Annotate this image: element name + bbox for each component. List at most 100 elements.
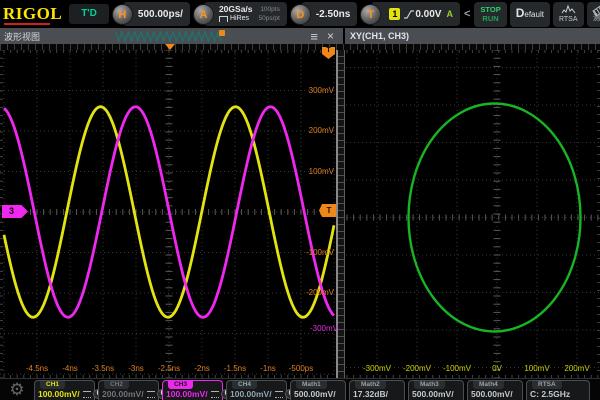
math-box-math3[interactable]: Math3500.00mV/ [408,380,464,400]
window-close-icon[interactable]: × [325,30,339,42]
top-toolbar: RIGOL T'D H 500.00ps/ A 20GSa/s HiRes 10… [0,0,600,28]
run-label: RUN [482,14,498,23]
waveform-window-title: 波形视图 [4,30,40,43]
sample-interval: 50ps/pt [259,14,280,23]
math-box-math3-tab: Math3 [414,381,445,389]
time-axis-label: -3.5ns [87,364,119,373]
spectrum-icon [561,4,576,14]
time-axis-label: -500ps [285,364,317,373]
delay-knob-button[interactable]: D [290,4,311,25]
math-box-math2-scale: 17.32dB/ [353,389,402,399]
rtsa-box-tab: RTSA [532,381,562,389]
delay-group: D -2.50ns [290,2,357,26]
time-axis-label: -4ns [54,364,86,373]
channel-box-ch2-tab: CH2 [104,381,129,389]
memory-depth: 100pts [260,5,280,14]
xy-grid [346,50,600,378]
math-box-math4[interactable]: Math4500.00mV/ [467,380,523,400]
rtsa-box-scale: C: 2.5GHz [530,389,587,399]
stop-label: STOP [480,5,500,14]
math-box-math1[interactable]: Math1500.00mV/ [290,380,346,400]
xy-ch1-axis-label: 100mV [520,364,554,373]
rtsa-button[interactable]: RTSA [553,2,584,27]
rigol-logo: RIGOL [3,4,66,24]
acquisition-box[interactable]: 20GSa/s HiRes 100pts 50ps/pt [204,2,287,26]
math-box-math2-tab: Math2 [355,381,386,389]
math-box-math2[interactable]: Math217.32dB/ [349,380,405,400]
channel-box-ch1[interactable]: CH1100.00mV/0 [34,380,95,400]
stop-run-button[interactable]: STOP RUN [474,2,506,27]
time-axis-label: -1.5ns [219,364,251,373]
trigger-level-marker[interactable]: T [319,204,336,217]
acquisition-group: A 20GSa/s HiRes 100pts 50ps/pt [193,2,287,26]
timebase-box[interactable]: 500.00ps/ [123,2,190,26]
memory-column: 100pts 50ps/pt [259,5,280,23]
voltage-axis-label: 100mV [302,167,334,176]
default-button[interactable]: Default [510,2,550,27]
xy-ch1-axis-label: -100mV [440,364,474,373]
square-wave-icon [219,16,228,22]
math-box-math4-scale: 500.00mV/ [471,389,520,399]
waveform-grid [0,50,337,378]
default-label: Default [516,9,544,19]
sample-rate: 20GSa/s [219,5,253,14]
channel-box-ch4-scale: 100.00mV/0 [230,389,284,399]
xy-ch3-axis-label: -300mV [302,324,338,333]
voltage-axis-label: -200mV [302,288,334,297]
trigger-knob-button[interactable]: T [360,4,381,25]
preview-window-handle[interactable] [219,30,225,36]
trigger-source-badge: 1 [389,8,400,20]
toolbar-collapse-chevron[interactable]: < [463,8,471,20]
delay-value: -2.50ns [316,9,350,20]
channel-box-ch1-tab: CH1 [40,381,65,389]
trigger-sweep-auto: A [446,9,453,19]
math-box-math4-tab: Math4 [473,381,504,389]
time-axis-label: -3ns [120,364,152,373]
time-axis-label: -2.5ns [153,364,185,373]
waveform-window-titlebar[interactable]: 波形视图 ≡ × [0,28,343,44]
voltage-axis-label: -100mV [302,248,334,257]
xy-ch1-axis-label: 0V [480,364,514,373]
trigger-status-badge: T'D [69,4,109,24]
xy-window-titlebar[interactable]: XY(CH1, CH3) [345,28,600,44]
channel-box-ch3-scale: 100.00mV/0 [166,389,220,399]
xy-ch1-axis-label: -200mV [400,364,434,373]
rising-edge-icon [403,9,415,20]
xy-window-title: XY(CH1, CH3) [350,31,409,41]
channel-box-ch3[interactable]: CH3100.00mV/0 [162,380,223,400]
timebase-value: 500.00ps/ [138,9,183,20]
dc-coupling-icon [275,391,283,398]
xy-ch1-axis-label: -300mV [360,364,394,373]
oscilloscope-screen: RIGOL T'D H 500.00ps/ A 20GSa/s HiRes 10… [0,0,600,400]
channel-boxes: CH1100.00mV/0CH2200.00mV/0CH3100.00mV/0C… [34,380,590,400]
channel-box-ch1-scale: 100.00mV/0 [38,389,92,399]
rtsa-box[interactable]: RTSAC: 2.5GHz [526,380,590,400]
dc-coupling-icon [147,391,155,398]
acquire-knob-button[interactable]: A [193,4,214,25]
window-menu-icon[interactable]: ≡ [303,30,325,43]
time-axis-label: -1ns [252,364,284,373]
horizontal-group: H 500.00ps/ [112,2,190,26]
channel-box-ch2-scale: 200.00mV/0 [102,389,156,399]
xy-ch1-axis-label: 200mV [560,364,594,373]
bottom-status-bar: ⚙ CH1100.00mV/0CH2200.00mV/0CH3100.00mV/… [0,378,600,400]
trigger-box[interactable]: 1 0.00V A [371,2,460,26]
rtsa-label: RTSA [559,15,578,24]
horizontal-knob-button[interactable]: H [112,4,133,25]
channel-box-ch2[interactable]: CH2200.00mV/0 [98,380,159,400]
trigger-group: T 1 0.00V A [360,2,460,26]
horizontal-position-preview[interactable] [115,29,229,43]
channel-box-ch4-tab: CH4 [232,381,257,389]
voltage-axis-label: 200mV [302,126,334,135]
dc-coupling-icon [83,391,91,398]
channel-box-ch4[interactable]: CH4100.00mV/0 [226,380,287,400]
math-box-math1-tab: Math1 [296,381,327,389]
sample-rate-column: 20GSa/s HiRes [219,5,253,23]
trigger-level-value: 0.00V [415,9,441,20]
measure-button[interactable]: 测量 [587,2,600,27]
dc-coupling-icon [211,391,219,398]
voltage-axis-label: 300mV [302,86,334,95]
math-box-math3-scale: 500.00mV/ [412,389,461,399]
settings-gear-icon[interactable]: ⚙ [3,380,31,400]
time-axis-label: -4.5ns [21,364,53,373]
